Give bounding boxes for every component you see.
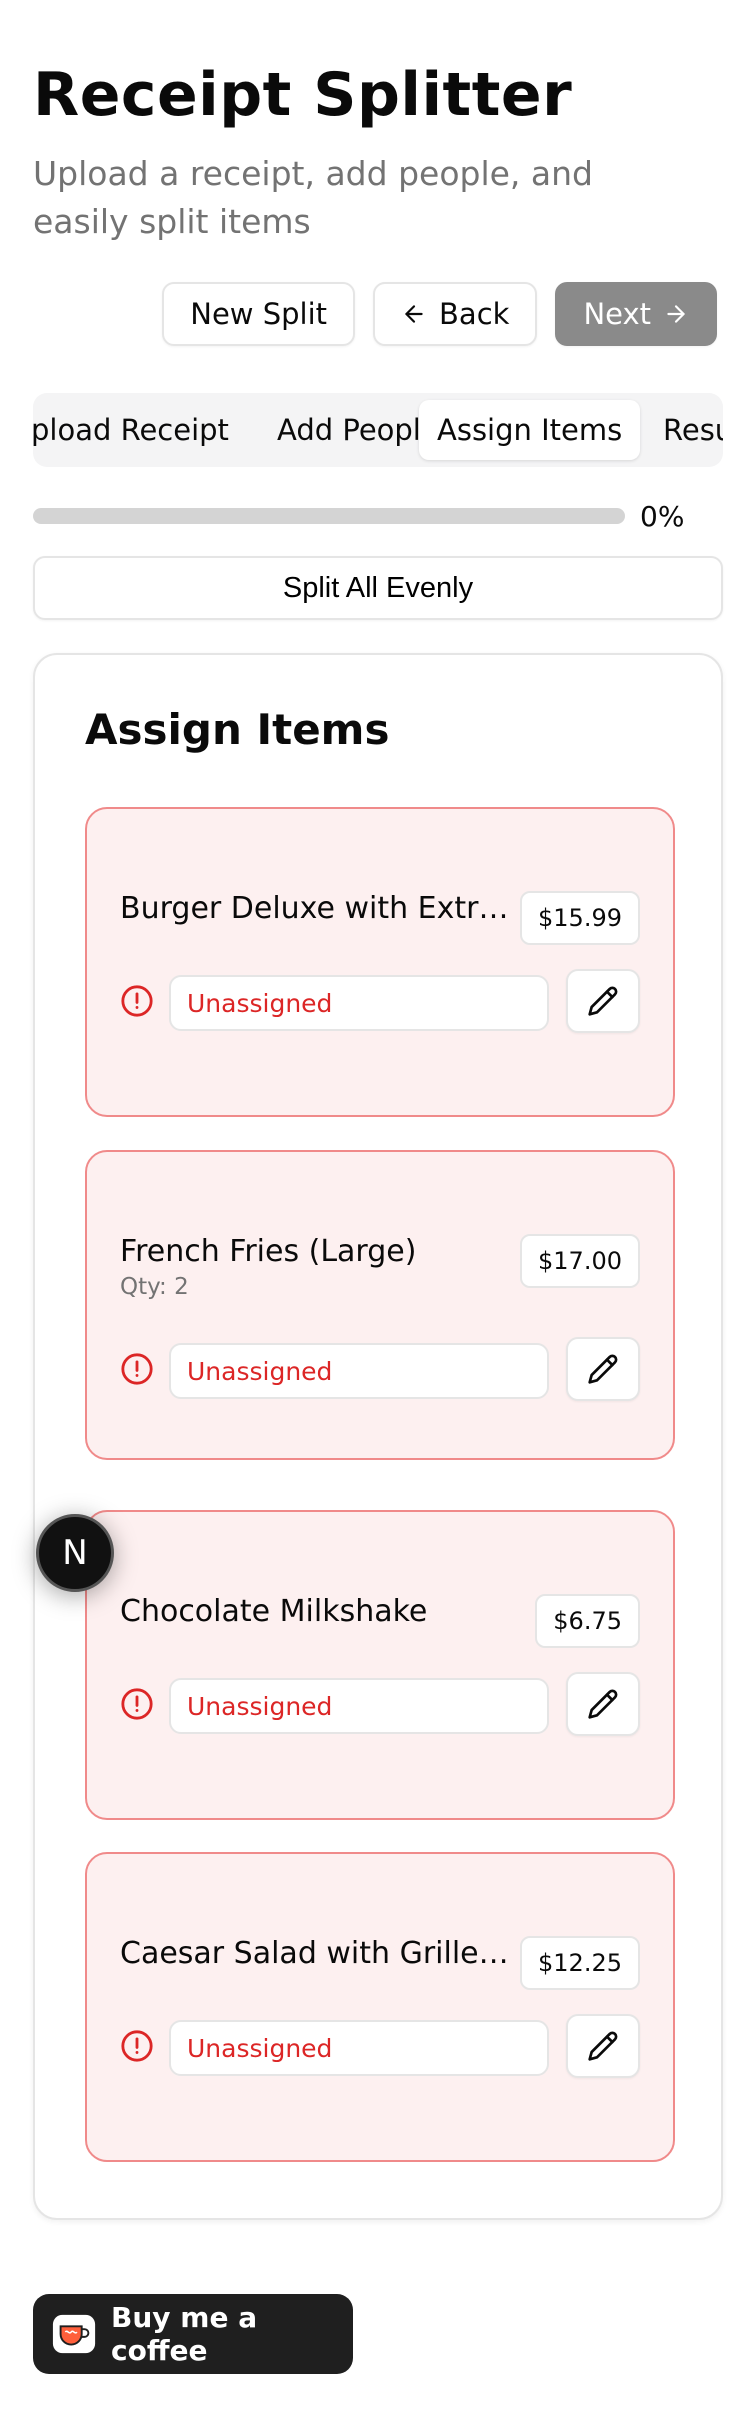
item-row: Burger Deluxe with Extra... $15.99 Unass…: [85, 807, 675, 1117]
page-title: Receipt Splitter: [33, 60, 573, 130]
card-title: Assign Items: [85, 705, 390, 754]
tab-assign-items[interactable]: Assign Items: [419, 400, 641, 460]
alert-circle-icon: [121, 985, 153, 1017]
page-subtitle: Upload a receipt, add people, and easily…: [33, 154, 593, 241]
item-row: French Fries (Large) Qty: 2 $17.00 Unass…: [85, 1150, 675, 1460]
tab-results[interactable]: Resu: [645, 400, 723, 460]
progress-label: 0%: [640, 500, 685, 533]
arrow-right-icon: [667, 305, 685, 323]
split-all-evenly-label: Split All Evenly: [282, 571, 474, 604]
assign-items-card: Assign Items Burger Deluxe with Extra...…: [33, 653, 723, 2220]
item-price: $15.99: [520, 891, 640, 945]
assignment-field[interactable]: Unassigned: [169, 2020, 549, 2076]
item-name: Caesar Salad with Grilled...: [120, 1936, 510, 1971]
alert-circle-icon: [121, 2030, 153, 2062]
progress-bar: [33, 508, 625, 524]
back-button[interactable]: Back: [373, 282, 538, 346]
buy-me-a-coffee-button[interactable]: Buy me a coffee: [33, 2294, 353, 2374]
pencil-icon: [588, 2031, 618, 2061]
next-label: Next: [583, 297, 651, 331]
edit-item-button[interactable]: [566, 2014, 640, 2078]
header-actions: New Split Back Next: [162, 282, 717, 346]
pencil-icon: [588, 986, 618, 1016]
item-price: $12.25: [520, 1936, 640, 1990]
coffee-cup-icon: [52, 2314, 96, 2354]
next-button[interactable]: Next: [555, 282, 717, 346]
edit-item-button[interactable]: [566, 1337, 640, 1401]
item-row: Chocolate Milkshake $6.75 Unassigned: [85, 1510, 675, 1820]
new-split-button[interactable]: New Split: [162, 282, 356, 346]
alert-circle-icon: [121, 1688, 153, 1720]
pencil-icon: [588, 1354, 618, 1384]
arrow-left-icon: [405, 305, 423, 323]
tab-upload-receipt[interactable]: pload Receipt: [33, 400, 247, 460]
item-name: Burger Deluxe with Extra...: [120, 891, 510, 926]
edit-item-button[interactable]: [566, 1672, 640, 1736]
page: Receipt Splitter Upload a receipt, add p…: [0, 0, 750, 2432]
back-label: Back: [439, 297, 510, 331]
item-price: $6.75: [535, 1594, 640, 1648]
edit-item-button[interactable]: [566, 969, 640, 1033]
dev-tools-badge[interactable]: N: [36, 1514, 114, 1592]
item-name: French Fries (Large): [120, 1234, 417, 1269]
alert-circle-icon: [121, 1353, 153, 1385]
assignment-field[interactable]: Unassigned: [169, 975, 549, 1031]
item-price: $17.00: [520, 1234, 640, 1288]
item-row: Caesar Salad with Grilled... $12.25 Unas…: [85, 1852, 675, 2162]
item-name: Chocolate Milkshake: [120, 1594, 428, 1629]
split-all-evenly-button[interactable]: Split All Evenly: [33, 556, 723, 620]
assignment-field[interactable]: Unassigned: [169, 1678, 549, 1734]
pencil-icon: [588, 1689, 618, 1719]
item-quantity: Qty: 2: [120, 1274, 189, 1300]
assignment-field[interactable]: Unassigned: [169, 1343, 549, 1399]
new-split-label: New Split: [190, 297, 328, 331]
step-tabs: pload Receipt Add People Assign Items Re…: [33, 393, 723, 467]
coffee-button-label: Buy me a coffee: [111, 2301, 258, 2367]
